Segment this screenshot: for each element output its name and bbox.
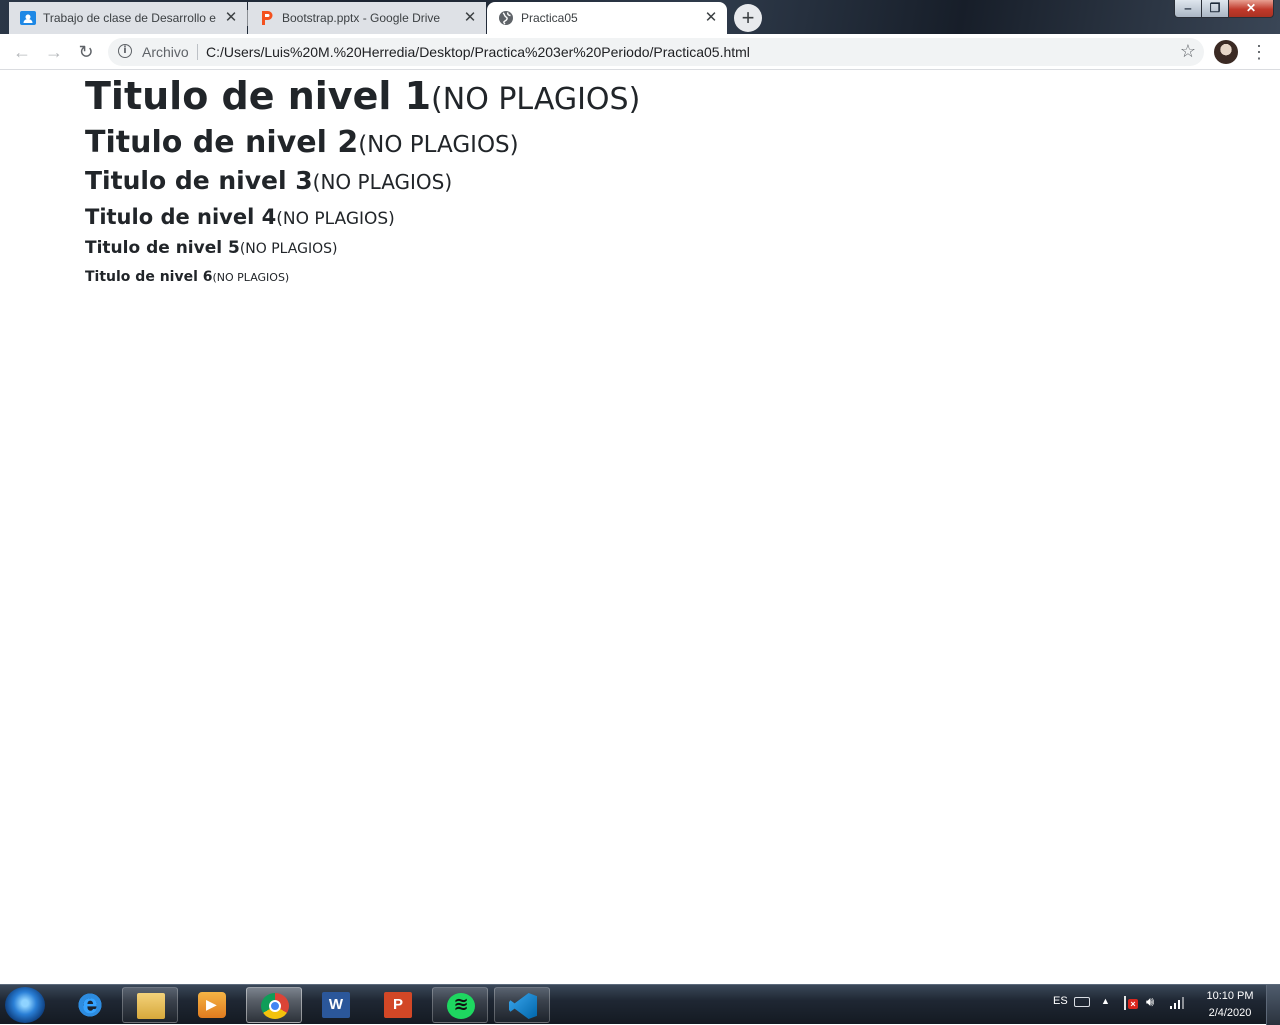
heading-level-5: Titulo de nivel 5(NO PLAGIOS) bbox=[85, 238, 337, 260]
tab-drive[interactable]: Bootstrap.pptx - Google Drive ✕ bbox=[248, 2, 486, 34]
taskbar-powerpoint[interactable] bbox=[370, 987, 426, 1023]
heading-text: Titulo de nivel 3 bbox=[85, 166, 313, 195]
chrome-icon bbox=[261, 993, 289, 1019]
info-icon[interactable]: i bbox=[118, 44, 132, 58]
heading-small-text: (NO PLAGIOS) bbox=[212, 271, 290, 284]
window-close-button[interactable]: ✕ bbox=[1228, 0, 1274, 18]
clock-time[interactable]: 10:10 PM bbox=[1200, 990, 1260, 1002]
show-hidden-icons-icon[interactable]: ▲ bbox=[1101, 996, 1110, 1006]
heading-level-4: Titulo de nivel 4(NO PLAGIOS) bbox=[85, 204, 395, 232]
new-tab-button[interactable]: + bbox=[734, 4, 762, 32]
spotify-icon bbox=[447, 993, 475, 1019]
close-icon[interactable]: ✕ bbox=[223, 10, 239, 26]
taskbar-spotify[interactable] bbox=[432, 987, 488, 1023]
powerpoint-icon bbox=[384, 992, 412, 1018]
taskbar-media-player[interactable] bbox=[184, 987, 240, 1023]
heading-small-text: (NO PLAGIOS) bbox=[239, 241, 338, 257]
globe-icon bbox=[499, 11, 513, 25]
profile-avatar[interactable] bbox=[1214, 40, 1238, 64]
close-icon[interactable]: ✕ bbox=[462, 10, 478, 26]
action-center-flag-icon[interactable]: × bbox=[1123, 996, 1138, 1010]
page-content: Titulo de nivel 1(NO PLAGIOS) Titulo de … bbox=[0, 71, 1280, 983]
error-badge-icon: × bbox=[1128, 999, 1138, 1009]
google-classroom-icon bbox=[20, 11, 36, 25]
heading-level-6: Titulo de nivel 6(NO PLAGIOS) bbox=[85, 268, 289, 287]
heading-small-text: (NO PLAGIOS) bbox=[431, 82, 641, 117]
arrow-left-icon: ← bbox=[13, 42, 31, 62]
minimize-button[interactable]: ‒ bbox=[1174, 0, 1202, 18]
keyboard-icon[interactable] bbox=[1074, 997, 1090, 1007]
heading-small-text: (NO PLAGIOS) bbox=[312, 170, 453, 194]
divider bbox=[197, 44, 198, 60]
close-icon[interactable]: ✕ bbox=[703, 10, 719, 26]
media-player-icon bbox=[198, 992, 226, 1018]
taskbar-word[interactable] bbox=[308, 987, 364, 1023]
taskbar-vscode[interactable] bbox=[494, 987, 550, 1023]
heading-text: Titulo de nivel 4 bbox=[85, 205, 277, 229]
restore-button[interactable]: ❐ bbox=[1201, 0, 1229, 18]
address-bar[interactable]: i Archivo C:/Users/Luis%20M.%20Herredia/… bbox=[108, 38, 1204, 66]
heading-text: Titulo de nivel 1 bbox=[85, 74, 432, 118]
windows-taskbar: ES ▲ × 🔊︎ 10:10 PM 2/4/2020 bbox=[0, 984, 1280, 1025]
heading-level-1: Titulo de nivel 1(NO PLAGIOS) bbox=[85, 73, 640, 123]
heading-level-3: Titulo de nivel 3(NO PLAGIOS) bbox=[85, 166, 452, 197]
forward-button[interactable]: → bbox=[42, 40, 66, 64]
powerpoint-icon bbox=[262, 11, 273, 25]
tab-practica05[interactable]: Practica05 ✕ bbox=[487, 2, 727, 34]
taskbar-internet-explorer[interactable] bbox=[62, 987, 118, 1023]
flag-pole bbox=[1124, 996, 1126, 1010]
close-icon: ✕ bbox=[1245, 1, 1257, 15]
show-desktop-button[interactable] bbox=[1266, 985, 1280, 1025]
language-indicator[interactable]: ES bbox=[1053, 995, 1068, 1007]
reload-button[interactable]: ↻ bbox=[74, 40, 98, 64]
url-text[interactable]: C:/Users/Luis%20M.%20Herredia/Desktop/Pr… bbox=[206, 44, 750, 60]
heading-text: Titulo de nivel 6 bbox=[85, 269, 213, 285]
heading-small-text: (NO PLAGIOS) bbox=[276, 209, 395, 229]
reload-icon: ↻ bbox=[78, 42, 94, 62]
vscode-icon bbox=[509, 993, 537, 1019]
back-button[interactable]: ← bbox=[10, 40, 34, 64]
tab-strip: Trabajo de clase de Desarrollo e I ✕ Boo… bbox=[0, 0, 1280, 34]
tab-title: Practica05 bbox=[521, 11, 578, 25]
volume-icon[interactable]: 🔊︎ bbox=[1146, 994, 1154, 1010]
heading-text: Titulo de nivel 2 bbox=[85, 125, 359, 160]
bookmark-star-icon[interactable]: ☆ bbox=[1180, 41, 1196, 61]
heading-level-2: Titulo de nivel 2(NO PLAGIOS) bbox=[85, 125, 519, 163]
heading-small-text: (NO PLAGIOS) bbox=[358, 132, 519, 158]
scheme-label[interactable]: Archivo bbox=[142, 44, 189, 60]
minimize-icon: ‒ bbox=[1184, 1, 1192, 15]
browser-toolbar: ← → ↻ i Archivo C:/Users/Luis%20M.%20Her… bbox=[0, 34, 1280, 70]
folder-icon bbox=[137, 993, 165, 1019]
network-signal-icon[interactable] bbox=[1170, 995, 1186, 1009]
internet-explorer-icon bbox=[76, 988, 104, 1020]
arrow-right-icon: → bbox=[45, 42, 63, 62]
restore-icon: ❐ bbox=[1209, 1, 1221, 15]
heading-text: Titulo de nivel 5 bbox=[85, 238, 240, 258]
taskbar-chrome[interactable] bbox=[246, 987, 302, 1023]
tab-title: Bootstrap.pptx - Google Drive bbox=[282, 11, 441, 25]
tab-classroom[interactable]: Trabajo de clase de Desarrollo e I ✕ bbox=[9, 2, 247, 34]
taskbar-windows-explorer[interactable] bbox=[122, 987, 178, 1023]
more-menu-icon[interactable]: ⋮ bbox=[1250, 40, 1268, 64]
word-icon bbox=[322, 992, 350, 1018]
start-button[interactable] bbox=[5, 987, 45, 1023]
tab-title: Trabajo de clase de Desarrollo e I bbox=[43, 11, 217, 25]
clock-date[interactable]: 2/4/2020 bbox=[1200, 1007, 1260, 1019]
